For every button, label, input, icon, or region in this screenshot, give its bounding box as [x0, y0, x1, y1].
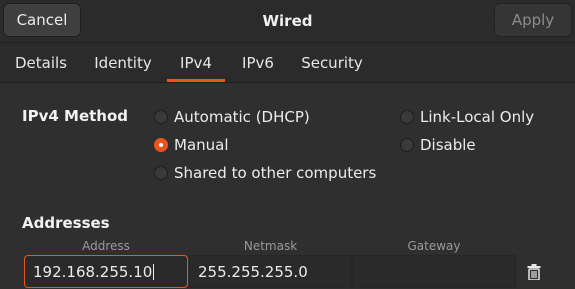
radio-label: Manual	[174, 136, 229, 154]
radio-button[interactable]	[400, 110, 414, 124]
radio-disable[interactable]: Disable	[400, 134, 476, 156]
column-header-netmask: Netmask	[243, 239, 298, 253]
text-caret	[153, 263, 155, 280]
tab-bar: Details Identity IPv4 IPv6 Security	[0, 43, 575, 83]
tab-details[interactable]: Details	[8, 43, 74, 82]
address-input[interactable]: 192.168.255.10	[24, 255, 188, 288]
tab-security[interactable]: Security	[296, 43, 368, 82]
cancel-button[interactable]: Cancel	[3, 3, 81, 37]
radio-link-local[interactable]: Link-Local Only	[400, 106, 534, 128]
addresses-label: Addresses	[22, 214, 110, 232]
tab-identity[interactable]: Identity	[89, 43, 157, 82]
header-bar: Cancel Wired Apply	[0, 0, 575, 43]
radio-button[interactable]	[154, 110, 168, 124]
delete-address-button[interactable]	[516, 255, 552, 288]
radio-automatic-dhcp[interactable]: Automatic (DHCP)	[154, 106, 310, 128]
radio-button[interactable]	[154, 166, 168, 180]
address-value: 192.168.255.10	[33, 262, 153, 281]
radio-label: Automatic (DHCP)	[174, 108, 310, 126]
gateway-input[interactable]	[352, 255, 516, 288]
radio-label: Disable	[420, 136, 476, 154]
netmask-value: 255.255.255.0	[198, 262, 308, 281]
radio-button-checked[interactable]	[154, 138, 168, 152]
radio-shared[interactable]: Shared to other computers	[154, 162, 376, 184]
radio-button[interactable]	[400, 138, 414, 152]
radio-label: Shared to other computers	[174, 164, 377, 182]
dialog-title: Wired	[262, 12, 313, 30]
radio-manual[interactable]: Manual	[154, 134, 229, 156]
ipv4-method-label: IPv4 Method	[22, 107, 129, 125]
radio-label: Link-Local Only	[420, 108, 535, 126]
tab-ipv6[interactable]: IPv6	[235, 43, 281, 82]
column-header-address: Address	[82, 239, 130, 253]
column-header-gateway: Gateway	[407, 239, 461, 253]
netmask-input[interactable]: 255.255.255.0	[189, 255, 352, 288]
apply-button[interactable]: Apply	[494, 3, 572, 37]
trash-icon	[527, 263, 541, 280]
tab-ipv4[interactable]: IPv4	[167, 43, 225, 82]
